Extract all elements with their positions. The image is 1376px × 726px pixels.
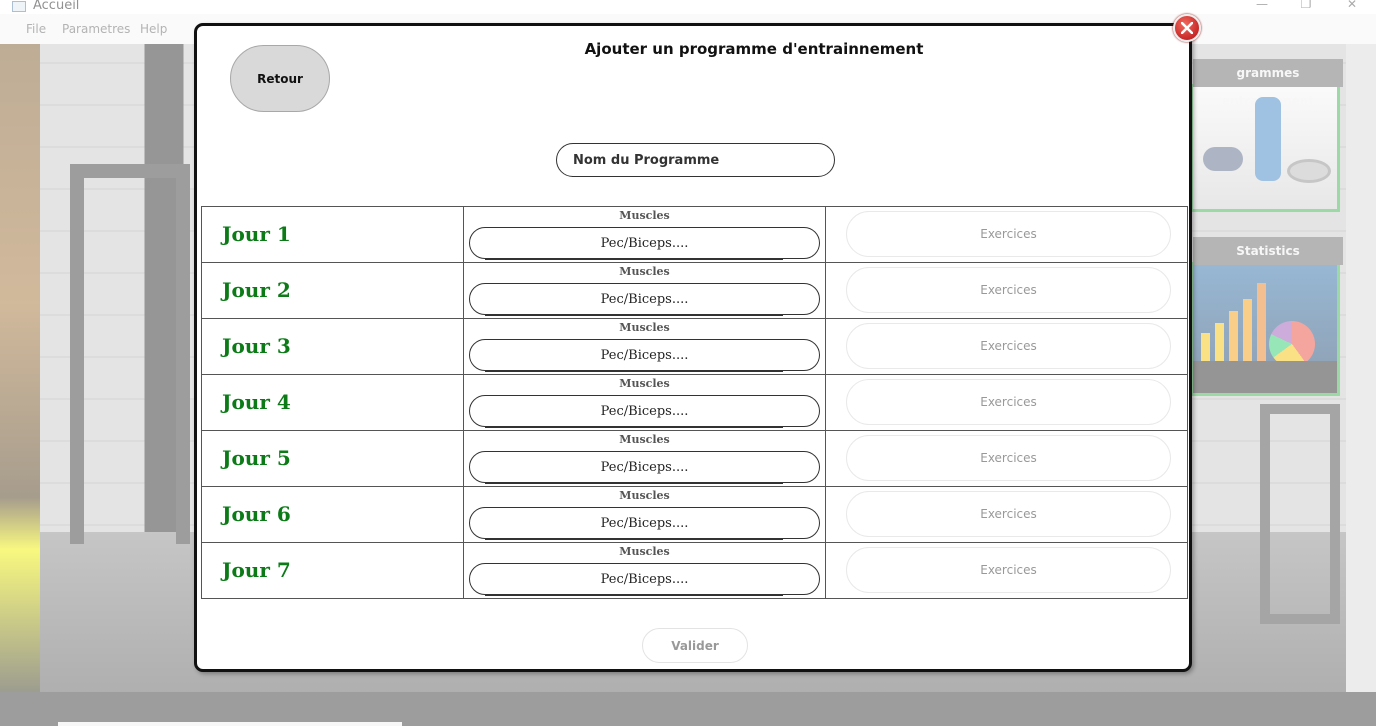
- day-cell: Jour 3: [201, 318, 464, 375]
- exercises-cell: Exercices: [825, 374, 1188, 431]
- muscles-underline: [485, 371, 783, 372]
- muscles-label: Muscles: [619, 209, 670, 222]
- muscles-label: Muscles: [619, 377, 670, 390]
- exercises-button[interactable]: Exercices: [846, 267, 1171, 313]
- muscles-cell: Muscles: [463, 542, 826, 599]
- muscles-input[interactable]: [469, 395, 820, 427]
- day-row: Jour 2 Muscles Exercices: [201, 262, 1188, 319]
- muscles-underline: [485, 315, 783, 316]
- dialog-title: Ajouter un programme d'entrainnement: [584, 40, 924, 58]
- muscles-cell: Muscles: [463, 262, 826, 319]
- day-label: Jour 3: [222, 334, 291, 358]
- muscles-label: Muscles: [619, 433, 670, 446]
- exercises-cell: Exercices: [825, 318, 1188, 375]
- exercises-cell: Exercices: [825, 206, 1188, 263]
- muscles-cell: Muscles: [463, 318, 826, 375]
- exercises-cell: Exercices: [825, 542, 1188, 599]
- muscles-cell: Muscles: [463, 374, 826, 431]
- program-name-underline: [572, 176, 798, 177]
- day-row: Jour 5 Muscles Exercices: [201, 430, 1188, 487]
- muscles-input[interactable]: [469, 227, 820, 259]
- day-cell: Jour 1: [201, 206, 464, 263]
- day-cell: Jour 4: [201, 374, 464, 431]
- exercises-button[interactable]: Exercices: [846, 491, 1171, 537]
- day-row: Jour 6 Muscles Exercices: [201, 486, 1188, 543]
- exercises-button[interactable]: Exercices: [846, 547, 1171, 593]
- muscles-underline: [485, 483, 783, 484]
- day-cell: Jour 6: [201, 486, 464, 543]
- add-program-dialog: Retour Ajouter un programme d'entrainnem…: [194, 23, 1192, 672]
- muscles-underline: [485, 595, 783, 596]
- day-row: Jour 4 Muscles Exercices: [201, 374, 1188, 431]
- exercises-button[interactable]: Exercices: [846, 379, 1171, 425]
- muscles-label: Muscles: [619, 265, 670, 278]
- day-row: Jour 7 Muscles Exercices: [201, 542, 1188, 599]
- muscles-input[interactable]: [469, 507, 820, 539]
- day-label: Jour 2: [222, 278, 291, 302]
- muscles-underline: [485, 259, 783, 260]
- muscles-label: Muscles: [619, 321, 670, 334]
- exercises-button[interactable]: Exercices: [846, 323, 1171, 369]
- program-name-input[interactable]: [556, 143, 835, 177]
- exercises-cell: Exercices: [825, 486, 1188, 543]
- validate-button[interactable]: Valider: [642, 628, 748, 663]
- day-row: Jour 3 Muscles Exercices: [201, 318, 1188, 375]
- day-cell: Jour 5: [201, 430, 464, 487]
- day-cell: Jour 7: [201, 542, 464, 599]
- muscles-cell: Muscles: [463, 486, 826, 543]
- exercises-cell: Exercices: [825, 430, 1188, 487]
- day-label: Jour 5: [222, 446, 291, 470]
- exercises-cell: Exercices: [825, 262, 1188, 319]
- days-table: Jour 1 Muscles Exercices Jour 2 Muscles Exerc…: [201, 206, 1188, 599]
- muscles-label: Muscles: [619, 545, 670, 558]
- muscles-input[interactable]: [469, 451, 820, 483]
- muscles-label: Muscles: [619, 489, 670, 502]
- day-label: Jour 6: [222, 502, 291, 526]
- close-dialog-button[interactable]: [1173, 14, 1201, 42]
- muscles-cell: Muscles: [463, 206, 826, 263]
- day-label: Jour 1: [222, 222, 291, 246]
- day-label: Jour 4: [222, 390, 291, 414]
- day-cell: Jour 2: [201, 262, 464, 319]
- close-icon: [1181, 22, 1193, 34]
- muscles-input[interactable]: [469, 283, 820, 315]
- day-label: Jour 7: [222, 558, 291, 582]
- exercises-button[interactable]: Exercices: [846, 435, 1171, 481]
- muscles-input[interactable]: [469, 339, 820, 371]
- muscles-input[interactable]: [469, 563, 820, 595]
- muscles-cell: Muscles: [463, 430, 826, 487]
- muscles-underline: [485, 427, 783, 428]
- exercises-button[interactable]: Exercices: [846, 211, 1171, 257]
- day-row: Jour 1 Muscles Exercices: [201, 206, 1188, 263]
- muscles-underline: [485, 539, 783, 540]
